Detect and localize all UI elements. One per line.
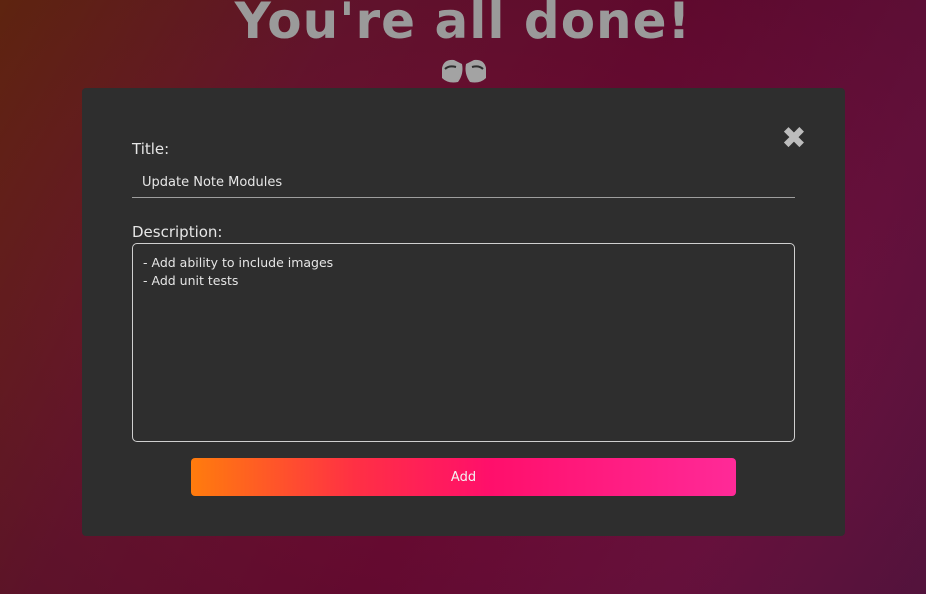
close-icon[interactable]: ✖ (779, 124, 809, 154)
completion-heading: You're all done! (234, 0, 692, 50)
title-input[interactable] (132, 167, 795, 198)
add-button[interactable]: Add (191, 458, 736, 496)
description-label: Description: (132, 223, 223, 241)
add-note-modal: ✖ Title: Description: - Add ability to i… (82, 88, 845, 536)
title-label: Title: (132, 140, 170, 158)
description-textarea[interactable]: - Add ability to include images - Add un… (132, 243, 795, 442)
